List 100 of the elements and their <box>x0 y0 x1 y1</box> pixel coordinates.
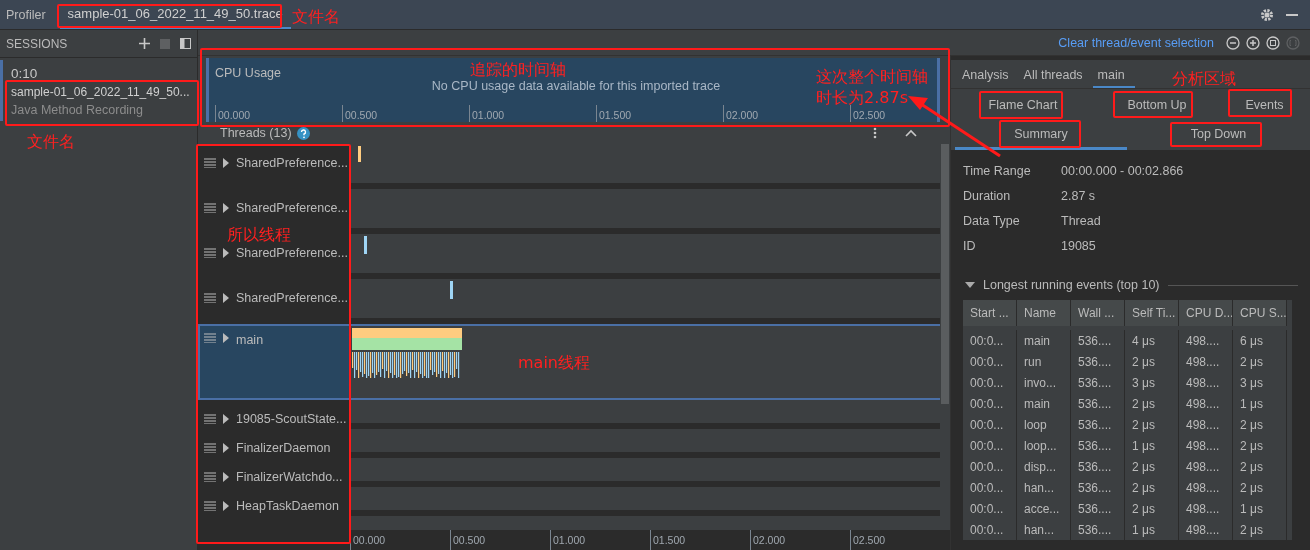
threads-title: Threads (13) <box>220 126 292 140</box>
drag-handle-icon[interactable] <box>204 248 216 258</box>
thread-row[interactable]: SharedPreference... <box>198 199 350 217</box>
table-cell: 2 μs <box>1233 414 1287 435</box>
table-cell: 00:0... <box>963 519 1017 540</box>
activity-mark-icon <box>450 281 454 299</box>
annotation-frame <box>1228 89 1292 117</box>
expand-arrow-icon[interactable] <box>223 414 229 424</box>
panel-icon[interactable] <box>180 38 191 49</box>
view-tab[interactable]: Events <box>1223 92 1306 121</box>
more-icon[interactable] <box>873 127 877 139</box>
thread-row[interactable]: SharedPreference... <box>198 289 350 307</box>
table-cell: 498.... <box>1179 435 1233 456</box>
table-cell: 1 μs <box>1125 519 1179 540</box>
table-cell: 00:0... <box>963 393 1017 414</box>
axis-label: 00.500 <box>342 105 469 122</box>
column-header[interactable]: CPU S... <box>1233 300 1287 326</box>
summary-label: ID <box>963 238 977 253</box>
table-cell: main <box>1017 330 1071 351</box>
clear-selection-link[interactable]: Clear thread/event selection <box>1058 35 1214 50</box>
table-cell: han... <box>1017 477 1071 498</box>
table-cell: loop... <box>1017 435 1071 456</box>
view-tab[interactable]: Top Down <box>1127 121 1310 150</box>
annotation-label: main线程 <box>518 353 590 374</box>
drag-handle-icon[interactable] <box>204 443 216 453</box>
zoom-out-icon[interactable] <box>1226 35 1240 50</box>
expand-arrow-icon[interactable] <box>223 293 229 303</box>
table-cell: 536.... <box>1071 372 1125 393</box>
cpu-usage-title: CPU Usage <box>215 66 281 80</box>
thread-row[interactable]: main <box>198 324 350 400</box>
table-cell: 536.... <box>1071 519 1125 540</box>
zoom-in-icon[interactable] <box>1246 35 1260 50</box>
table-cell: 00:0... <box>963 414 1017 435</box>
analysis-tab[interactable]: Analysis <box>957 64 1019 88</box>
add-icon[interactable] <box>139 38 150 49</box>
table-cell: run <box>1017 351 1071 372</box>
table-cell: 498.... <box>1179 330 1233 351</box>
drag-handle-icon[interactable] <box>204 501 216 511</box>
table-cell: 00:0... <box>963 456 1017 477</box>
thread-name: SharedPreference... <box>236 246 348 260</box>
caret-icon[interactable] <box>965 282 975 288</box>
thread-row[interactable]: HeapTaskDaemon <box>198 497 350 515</box>
activity-mark-icon <box>364 236 368 254</box>
drag-handle-icon[interactable] <box>204 293 216 303</box>
table-cell: acce... <box>1017 498 1071 519</box>
axis-label: 00.000 <box>350 530 450 550</box>
axis-label: 02.000 <box>723 105 850 122</box>
session-time: 0:10 <box>11 66 39 81</box>
table-cell: 498.... <box>1179 519 1233 540</box>
view-tab[interactable]: Summary <box>955 121 1127 150</box>
thread-name: FinalizerWatchdo... <box>236 470 343 484</box>
expand-arrow-icon[interactable] <box>223 158 229 168</box>
session-name: sample-01_06_2022_11_49_50... <box>11 85 191 99</box>
table-cell: 536.... <box>1071 393 1125 414</box>
scrollbar-thumb[interactable] <box>941 144 949 404</box>
thread-row[interactable]: 19085-ScoutState... <box>198 410 350 428</box>
table-cell: 00:0... <box>963 498 1017 519</box>
thread-row[interactable]: FinalizerDaemon <box>198 439 350 457</box>
drag-handle-icon[interactable] <box>204 472 216 482</box>
drag-handle-icon[interactable] <box>204 414 216 424</box>
column-header[interactable]: Start ... <box>963 300 1017 326</box>
summary-value: 2.87 s <box>1061 188 1097 203</box>
table-cell: 3 μs <box>1125 372 1179 393</box>
annotation-label: 追踪的时间轴 <box>470 60 566 81</box>
expand-arrow-icon[interactable] <box>223 248 229 258</box>
expand-arrow-icon[interactable] <box>223 203 229 213</box>
thread-row[interactable]: SharedPreference... <box>198 244 350 262</box>
column-header[interactable]: Wall ... <box>1071 300 1125 326</box>
table-cell: 00:0... <box>963 351 1017 372</box>
settings-icon[interactable] <box>1260 7 1274 22</box>
axis-label: 02.000 <box>750 530 850 550</box>
table-cell: 498.... <box>1179 351 1233 372</box>
drag-handle-icon[interactable] <box>204 158 216 168</box>
collapse-icon[interactable] <box>905 129 917 137</box>
thread-name: HeapTaskDaemon <box>236 499 339 513</box>
table-cell: 2 μs <box>1233 477 1287 498</box>
drag-handle-icon[interactable] <box>204 203 216 213</box>
axis-label: 01.500 <box>596 105 723 122</box>
thread-row[interactable]: SharedPreference... <box>198 154 350 172</box>
summary-value: 19085 <box>1061 238 1097 253</box>
analysis-tab[interactable]: All threads <box>1018 64 1093 88</box>
drag-handle-icon[interactable] <box>204 333 216 343</box>
thread-row[interactable]: FinalizerWatchdo... <box>198 468 350 486</box>
tool-window-title: Profiler <box>6 7 46 22</box>
expand-arrow-icon[interactable] <box>223 472 229 482</box>
table-cell: 498.... <box>1179 372 1233 393</box>
table-cell: 6 μs <box>1233 330 1287 351</box>
expand-arrow-icon[interactable] <box>223 333 229 343</box>
reset-zoom-icon[interactable] <box>1266 35 1280 50</box>
activity-mark-icon <box>358 146 362 162</box>
column-header[interactable]: Name <box>1017 300 1071 326</box>
axis-label: 01.500 <box>650 530 750 550</box>
view-tab[interactable]: Bottom Up <box>1091 92 1223 121</box>
column-header[interactable]: CPU D... <box>1179 300 1233 326</box>
thread-name: main <box>236 333 264 347</box>
column-header[interactable]: Self Ti... <box>1125 300 1179 326</box>
expand-arrow-icon[interactable] <box>223 443 229 453</box>
table-cell: 2 μs <box>1125 477 1179 498</box>
expand-arrow-icon[interactable] <box>223 501 229 511</box>
thread-name: FinalizerDaemon <box>236 441 331 455</box>
